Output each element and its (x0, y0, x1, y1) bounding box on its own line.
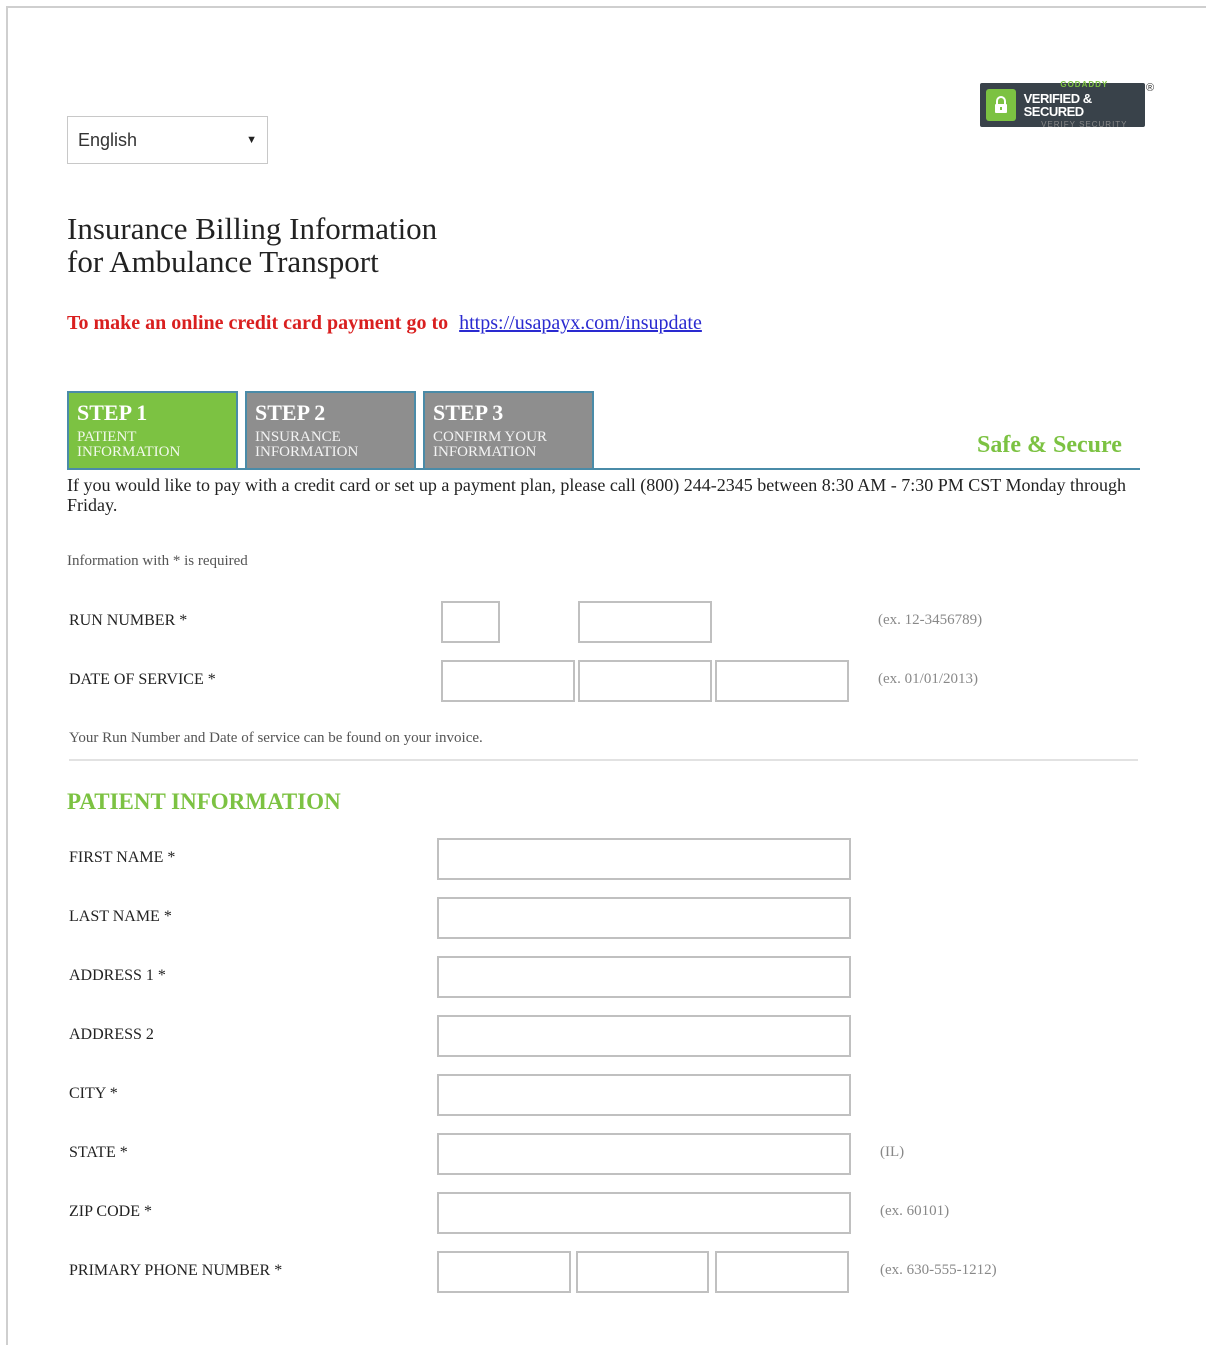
required-note: Information with * is required (67, 553, 248, 569)
phone-label: PRIMARY PHONE NUMBER * (69, 1262, 283, 1279)
address1-label: ADDRESS 1 * (69, 967, 166, 984)
patient-section-title: PATIENT INFORMATION (67, 789, 341, 814)
page-title-line1: Insurance Billing Information (67, 211, 438, 246)
last-name-label: LAST NAME * (69, 908, 172, 925)
step-3-tab[interactable]: STEP 3 CONFIRM YOUR INFORMATION (423, 391, 594, 468)
run-number-label: RUN NUMBER * (69, 612, 188, 629)
state-hint: (IL) (880, 1144, 905, 1160)
section-divider (69, 759, 1138, 761)
step-tabs: STEP 1 PATIENT INFORMATION STEP 2 INSURA… (67, 391, 594, 468)
last-name-input[interactable] (437, 897, 851, 939)
payment-link[interactable]: https://usapayx.com/insupdate (459, 312, 702, 334)
page-title: Insurance Billing Information for Ambula… (67, 212, 437, 278)
badge-title: VERIFIED & SECURED (1023, 91, 1092, 119)
phone-line-input[interactable] (715, 1251, 849, 1293)
date-year-input[interactable] (715, 660, 849, 702)
date-month-input[interactable] (441, 660, 575, 702)
date-of-service-hint: (ex. 01/01/2013) (878, 671, 978, 687)
date-of-service-label: DATE OF SERVICE * (69, 671, 216, 688)
zip-code-input[interactable] (437, 1192, 851, 1234)
phone-hint: (ex. 630-555-1212) (880, 1262, 997, 1278)
payment-message: To make an online credit card payment go… (67, 312, 702, 335)
run-number-hint: (ex. 12-3456789) (878, 612, 983, 628)
first-name-label: FIRST NAME * (69, 849, 176, 866)
step-subtitle: INSURANCE INFORMATION (255, 429, 359, 460)
date-day-input[interactable] (578, 660, 712, 702)
payment-notice: If you would like to pay with a credit c… (67, 475, 1126, 515)
zip-code-hint: (ex. 60101) (880, 1203, 950, 1219)
page-title-line2: for Ambulance Transport (67, 244, 379, 279)
badge-verify: VERIFY SECURITY (1041, 120, 1128, 129)
language-select[interactable]: English ▼ (67, 116, 268, 164)
page-frame-left (6, 6, 8, 1345)
invoice-info-note: Your Run Number and Date of service can … (69, 730, 483, 746)
zip-code-label: ZIP CODE * (69, 1203, 152, 1220)
step-subtitle: CONFIRM YOUR INFORMATION (433, 429, 548, 460)
city-input[interactable] (437, 1074, 851, 1116)
language-select-value: English (78, 129, 138, 150)
page-frame-top (6, 6, 1206, 8)
city-label: CITY * (69, 1085, 118, 1102)
lock-icon (986, 89, 1016, 121)
payment-text: To make an online credit card payment go… (67, 312, 449, 334)
phone-prefix-input[interactable] (576, 1251, 709, 1293)
step-divider (67, 468, 1140, 470)
step-1-tab[interactable]: STEP 1 PATIENT INFORMATION (67, 391, 238, 468)
state-input[interactable] (437, 1133, 851, 1175)
run-number-prefix-input[interactable] (441, 601, 500, 643)
safe-secure-label: Safe & Secure (977, 432, 1122, 458)
godaddy-verified-badge[interactable]: GODADDY VERIFIED & SECURED VERIFY SECURI… (980, 80, 1145, 129)
first-name-input[interactable] (437, 838, 851, 880)
badge-brand: GODADDY (1060, 80, 1109, 89)
step-title: STEP 3 (433, 400, 504, 425)
phone-area-input[interactable] (437, 1251, 571, 1293)
step-subtitle: PATIENT INFORMATION (77, 429, 181, 460)
step-title: STEP 1 (77, 400, 148, 425)
run-number-main-input[interactable] (578, 601, 712, 643)
step-2-tab[interactable]: STEP 2 INSURANCE INFORMATION (245, 391, 416, 468)
registered-mark: ® (1146, 82, 1155, 94)
address1-input[interactable] (437, 956, 851, 998)
chevron-down-icon: ▼ (246, 134, 257, 146)
step-title: STEP 2 (255, 400, 326, 425)
state-label: STATE * (69, 1144, 128, 1161)
address2-input[interactable] (437, 1015, 851, 1057)
address2-label: ADDRESS 2 (69, 1026, 154, 1043)
